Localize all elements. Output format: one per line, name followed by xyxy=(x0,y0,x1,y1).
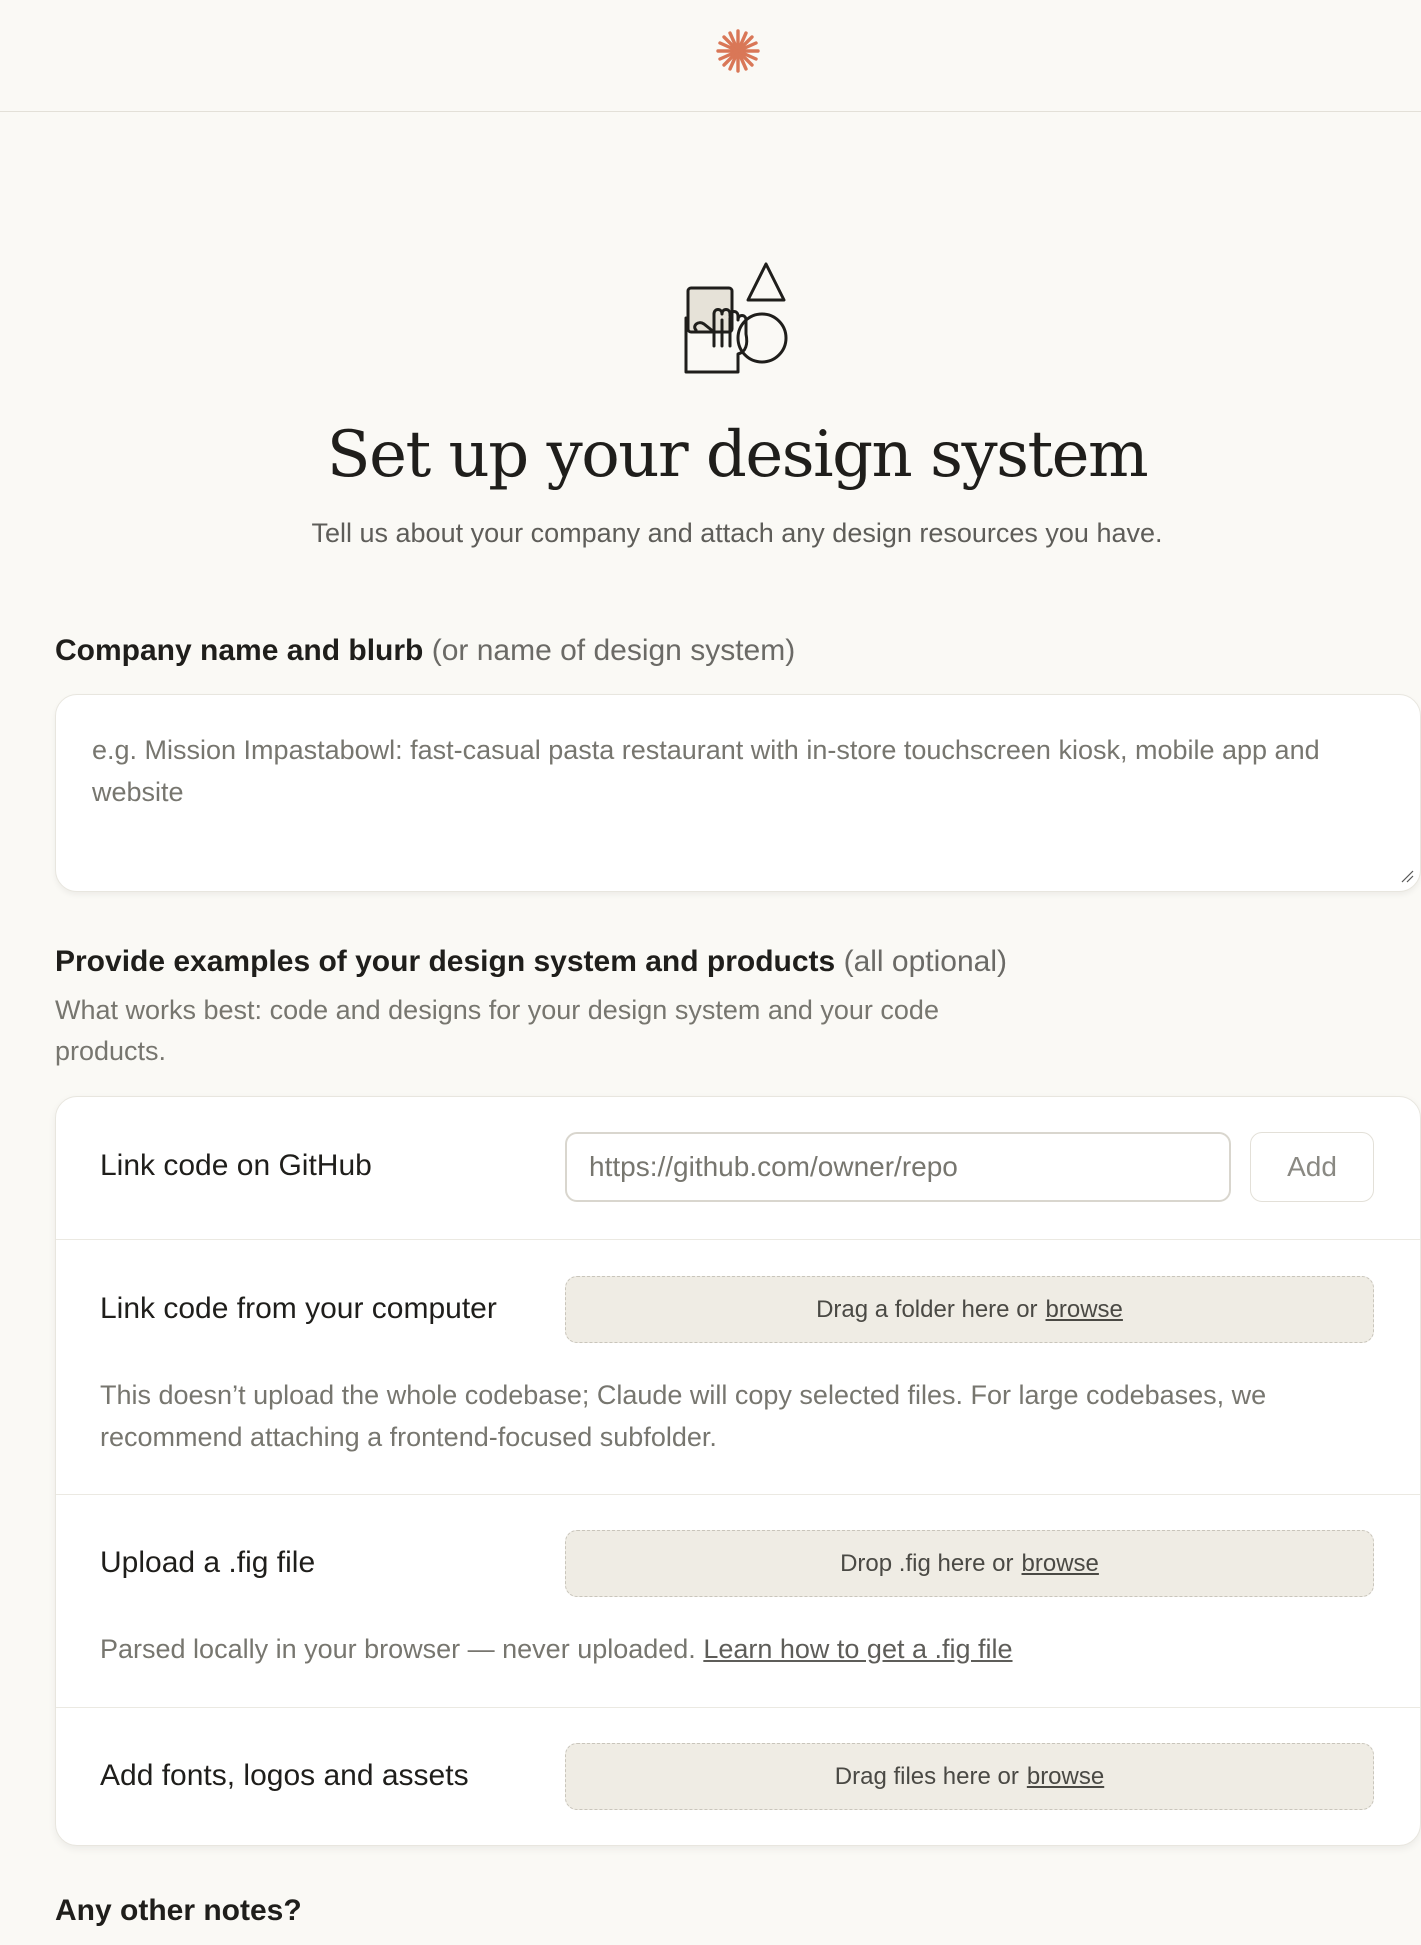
page-subtitle: Tell us about your company and attach an… xyxy=(311,518,1163,548)
fig-drop-zone[interactable]: Drop .fig here or browse xyxy=(565,1530,1374,1597)
fig-help-link[interactable]: Learn how to get a .fig file xyxy=(703,1634,1012,1664)
examples-help-text: What works best: code and designs for yo… xyxy=(55,995,939,1066)
hand-holding-shapes-icon xyxy=(684,262,788,374)
notes-label: Any other notes? xyxy=(55,1894,302,1927)
company-label-hint: (or name of design system) xyxy=(431,634,796,667)
resize-grip-icon[interactable] xyxy=(1400,869,1414,883)
assets-drop-text: Drag files here or xyxy=(834,1762,1019,1790)
examples-label-hint: (all optional) xyxy=(843,945,1007,978)
computer-note: This doesn’t upload the whole codebase; … xyxy=(100,1380,1267,1452)
folder-drop-zone[interactable]: Drag a folder here or browse xyxy=(565,1276,1374,1343)
github-url-input[interactable] xyxy=(565,1132,1231,1202)
row-divider xyxy=(56,1707,1420,1708)
sparkle-logo-icon[interactable] xyxy=(714,27,762,75)
fig-note: Parsed locally in your browser — never u… xyxy=(100,1628,1350,1670)
fig-label: Upload a .fig file xyxy=(100,1546,316,1579)
assets-drop-zone[interactable]: Drag files here or browse xyxy=(565,1743,1374,1810)
fig-note-text: Parsed locally in your browser — never u… xyxy=(100,1634,696,1664)
assets-browse-link[interactable]: browse xyxy=(1027,1763,1104,1791)
computer-label: Link code from your computer xyxy=(100,1292,497,1325)
company-label-text: Company name and blurb xyxy=(55,634,424,667)
examples-label-text: Provide examples of your design system a… xyxy=(55,945,836,978)
github-label: Link code on GitHub xyxy=(100,1149,372,1182)
folder-drop-text: Drag a folder here or xyxy=(816,1295,1038,1323)
company-blurb-input[interactable] xyxy=(56,695,1420,891)
assets-label: Add fonts, logos and assets xyxy=(100,1759,469,1792)
page-title: Set up your design system xyxy=(326,418,1149,492)
top-bar xyxy=(0,0,1421,112)
add-github-button[interactable]: Add xyxy=(1250,1132,1374,1202)
resources-card: Link code on GitHub Add Link code from y… xyxy=(55,1096,1421,1846)
company-label: Company name and blurb (or name of desig… xyxy=(55,634,795,668)
fig-browse-link[interactable]: browse xyxy=(1022,1550,1099,1578)
company-blurb-box xyxy=(55,694,1421,892)
examples-label: Provide examples of your design system a… xyxy=(55,945,1007,979)
row-divider xyxy=(56,1494,1420,1495)
fig-drop-text: Drop .fig here or xyxy=(840,1549,1014,1577)
row-divider xyxy=(56,1239,1420,1240)
folder-browse-link[interactable]: browse xyxy=(1046,1296,1123,1324)
